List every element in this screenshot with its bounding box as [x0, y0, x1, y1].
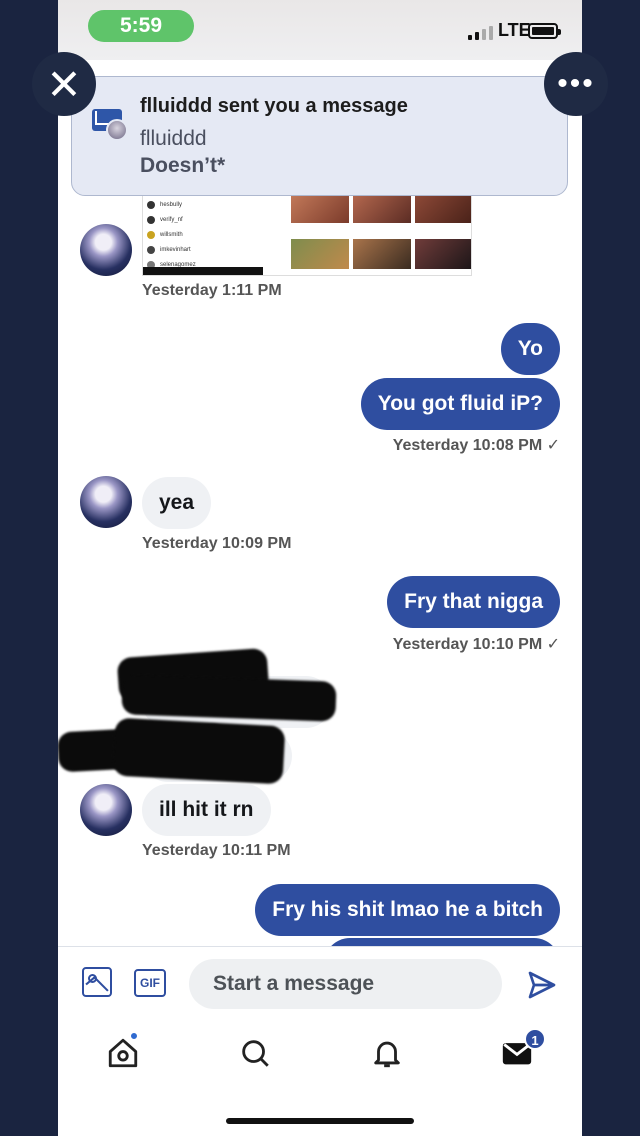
- avatar: [106, 119, 128, 141]
- message-timestamp: Yesterday 10:08 PM ✓: [392, 437, 560, 454]
- gif-icon[interactable]: GIF: [134, 969, 166, 997]
- home-icon: [108, 1038, 138, 1068]
- bell-icon: [374, 1041, 400, 1068]
- image-icon[interactable]: [82, 967, 112, 997]
- tab-home[interactable]: [106, 1032, 140, 1070]
- new-content-dot: [130, 1032, 138, 1040]
- redaction-scribble: [112, 717, 286, 785]
- message-incoming[interactable]: yea: [142, 477, 212, 529]
- shared-url-bar: [143, 267, 263, 275]
- search-icon: [242, 1040, 269, 1067]
- shared-thumb: [291, 239, 349, 269]
- compose-bar: GIF Start a message: [58, 946, 582, 1022]
- messages-badge: 1: [524, 1028, 546, 1050]
- message-input[interactable]: Start a message: [189, 959, 502, 1009]
- notification-body: Doesn’t*: [140, 154, 226, 177]
- message-timestamp: Yesterday 10:11 PM: [142, 842, 291, 859]
- tab-search[interactable]: [238, 1036, 272, 1070]
- redaction-scribble: [121, 674, 337, 722]
- message-timestamp: Yesterday 10:09 PM: [142, 535, 292, 552]
- avatar[interactable]: [80, 476, 132, 528]
- avatar[interactable]: [80, 224, 132, 276]
- signal-icon: [468, 24, 493, 40]
- avatar[interactable]: [80, 784, 132, 836]
- tab-notifications[interactable]: [370, 1036, 404, 1070]
- notification-title: flluiddd sent you a message: [140, 95, 408, 117]
- shared-thumb: [353, 239, 411, 269]
- shared-row: willsmith: [147, 227, 283, 242]
- tab-bar: 1: [58, 1022, 582, 1092]
- shared-row: verify_nf: [147, 212, 283, 227]
- more-icon[interactable]: •••: [544, 52, 608, 116]
- shared-screenshot-list: hesbully verify_nf willsmith imkevinhart…: [147, 197, 283, 272]
- status-time[interactable]: 5:59: [88, 10, 194, 42]
- shared-screenshot[interactable]: hesbully verify_nf willsmith imkevinhart…: [142, 190, 472, 276]
- close-icon[interactable]: ✕: [32, 52, 96, 116]
- notification-sender: flluiddd: [140, 127, 207, 150]
- status-bar: 5:59 LTE: [58, 0, 582, 60]
- notification-banner[interactable]: flluiddd sent you a message flluiddd Doe…: [71, 76, 568, 196]
- send-icon[interactable]: [526, 969, 558, 1001]
- shared-thumb: [415, 193, 471, 223]
- message-outgoing[interactable]: Yo: [500, 323, 560, 375]
- battery-icon: [528, 23, 561, 39]
- message-timestamp: Yesterday 10:10 PM ✓: [392, 636, 560, 653]
- message-timestamp: Yesterday 1:11 PM: [142, 282, 282, 299]
- message-incoming[interactable]: ill hit it rn: [142, 784, 271, 836]
- shared-row: imkevinhart: [147, 242, 283, 257]
- network-label: LTE: [498, 20, 531, 40]
- home-indicator[interactable]: [226, 1118, 414, 1124]
- message-outgoing[interactable]: Fry his shit lmao he a bitch: [255, 884, 560, 936]
- message-outgoing[interactable]: Fry that nigga: [387, 576, 560, 628]
- shared-thumb: [353, 193, 411, 223]
- shared-thumb: [291, 193, 349, 223]
- message-outgoing[interactable]: You got fluid iP?: [360, 378, 560, 430]
- shared-thumb: [415, 239, 471, 269]
- shared-row: hesbully: [147, 197, 283, 212]
- tab-messages[interactable]: 1: [500, 1028, 546, 1070]
